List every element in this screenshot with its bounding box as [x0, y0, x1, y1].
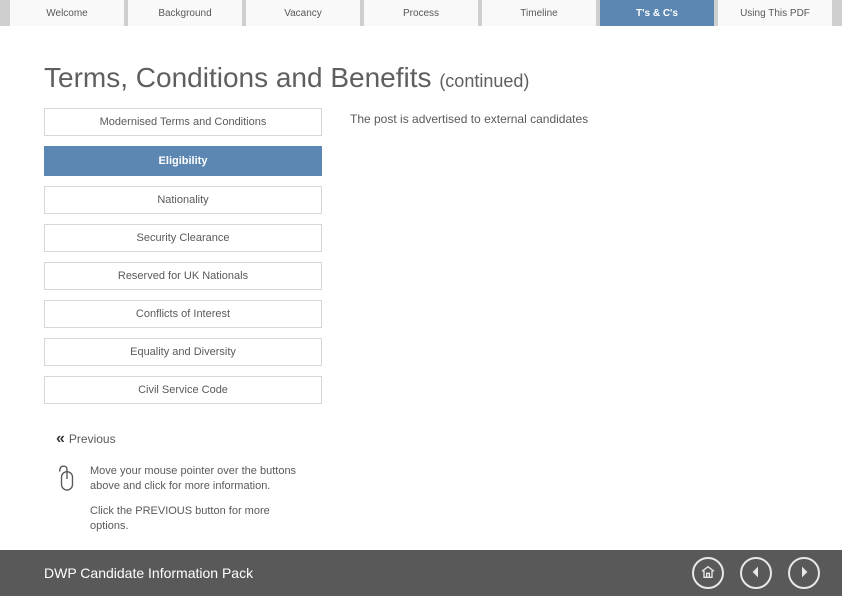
chevron-left-icon: «	[56, 430, 61, 448]
content-row: Modernised Terms and Conditions Eligibil…	[0, 108, 842, 414]
main-body-text: The post is advertised to external candi…	[350, 112, 588, 126]
nav-tab-vacancy[interactable]: Vacancy	[246, 0, 360, 26]
arrow-right-icon	[796, 564, 812, 583]
arrow-left-icon	[748, 564, 764, 583]
top-nav: Welcome Background Vacancy Process Timel…	[0, 0, 842, 26]
nav-tab-using-pdf[interactable]: Using This PDF	[718, 0, 832, 26]
sidebar-item-nationality[interactable]: Nationality	[44, 186, 322, 214]
nav-tab-background[interactable]: Background	[128, 0, 242, 26]
sidebar-item-reserved-uk[interactable]: Reserved for UK Nationals	[44, 262, 322, 290]
sidebar-item-equality[interactable]: Equality and Diversity	[44, 338, 322, 366]
nav-tab-timeline[interactable]: Timeline	[482, 0, 596, 26]
home-icon	[700, 564, 716, 583]
sidebar: Modernised Terms and Conditions Eligibil…	[44, 108, 322, 414]
sidebar-item-civil-service[interactable]: Civil Service Code	[44, 376, 322, 404]
sidebar-section-eligibility: Eligibility	[44, 146, 322, 176]
footer-bar: DWP Candidate Information Pack	[0, 550, 842, 596]
footer-nav	[692, 557, 820, 589]
nav-tab-welcome[interactable]: Welcome	[10, 0, 124, 26]
previous-label: Previous	[69, 432, 116, 446]
sidebar-item-security-clearance[interactable]: Security Clearance	[44, 224, 322, 252]
footer-title: DWP Candidate Information Pack	[44, 565, 253, 581]
previous-button[interactable]: « Previous	[56, 430, 842, 448]
page-title-main: Terms, Conditions and Benefits	[44, 62, 439, 93]
nav-tab-tcs[interactable]: T's & C's	[600, 0, 714, 26]
footer-prev-button[interactable]	[740, 557, 772, 589]
help-line-1: Move your mouse pointer over the buttons…	[90, 464, 306, 494]
page-title: Terms, Conditions and Benefits (continue…	[44, 62, 842, 94]
footer-home-button[interactable]	[692, 557, 724, 589]
sidebar-item-conflicts[interactable]: Conflicts of Interest	[44, 300, 322, 328]
help-block: Move your mouse pointer over the buttons…	[56, 464, 306, 533]
nav-tab-process[interactable]: Process	[364, 0, 478, 26]
help-line-2: Click the PREVIOUS button for more optio…	[90, 504, 306, 534]
page-title-continued: (continued)	[439, 71, 529, 91]
mouse-pointer-icon	[56, 464, 78, 499]
help-text: Move your mouse pointer over the buttons…	[90, 464, 306, 533]
sidebar-item-modernised-tc[interactable]: Modernised Terms and Conditions	[44, 108, 322, 136]
footer-next-button[interactable]	[788, 557, 820, 589]
